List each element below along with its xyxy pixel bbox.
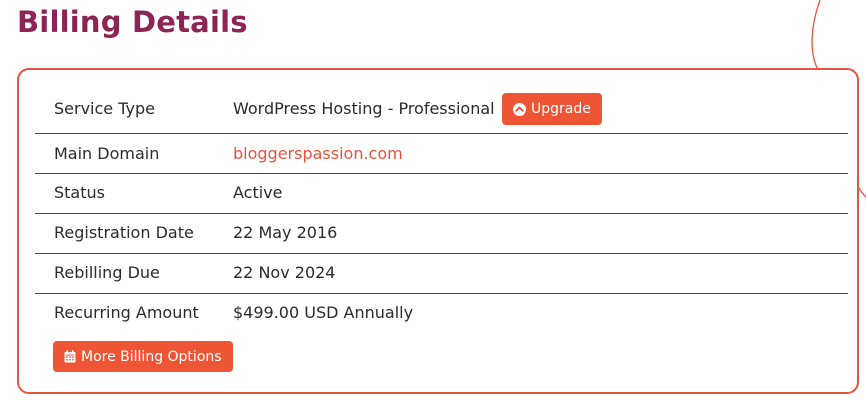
- details-row-service-type: Service Type WordPress Hosting - Profess…: [35, 90, 848, 134]
- details-row-main-domain: Main Domain bloggerspassion.com: [35, 134, 848, 174]
- more-billing-options-label: More Billing Options: [81, 348, 222, 365]
- details-row-status: Status Active: [35, 174, 848, 214]
- main-domain-link[interactable]: bloggerspassion.com: [233, 144, 403, 163]
- status-label: Status: [54, 183, 105, 202]
- registration-date-value: 22 May 2016: [233, 223, 338, 242]
- recurring-amount-value: $499.00 USD Annually: [233, 303, 414, 322]
- upgrade-button[interactable]: Upgrade: [502, 93, 602, 125]
- rebilling-due-label: Rebilling Due: [54, 263, 160, 282]
- details-row-rebilling-due: Rebilling Due 22 Nov 2024: [35, 254, 848, 294]
- recurring-amount-label: Recurring Amount: [54, 303, 199, 322]
- calendar-icon: [64, 350, 76, 363]
- upgrade-button-label: Upgrade: [531, 101, 591, 117]
- service-type-value: WordPress Hosting - Professional: [233, 99, 495, 118]
- billing-details-card: Service Type WordPress Hosting - Profess…: [17, 68, 859, 394]
- service-type-label: Service Type: [54, 99, 155, 118]
- rebilling-due-value: 22 Nov 2024: [233, 263, 336, 282]
- details-row-recurring-amount: Recurring Amount $499.00 USD Annually: [35, 294, 848, 334]
- status-value: Active: [233, 183, 283, 202]
- more-billing-options-button[interactable]: More Billing Options: [53, 341, 233, 372]
- details-row-registration-date: Registration Date 22 May 2016: [35, 214, 848, 254]
- arrow-up-circle-icon: [513, 102, 526, 116]
- main-domain-label: Main Domain: [54, 144, 160, 163]
- registration-date-label: Registration Date: [54, 223, 194, 242]
- page-title: Billing Details: [17, 5, 248, 39]
- billing-page: Billing Details Service Type WordPress H…: [0, 0, 866, 402]
